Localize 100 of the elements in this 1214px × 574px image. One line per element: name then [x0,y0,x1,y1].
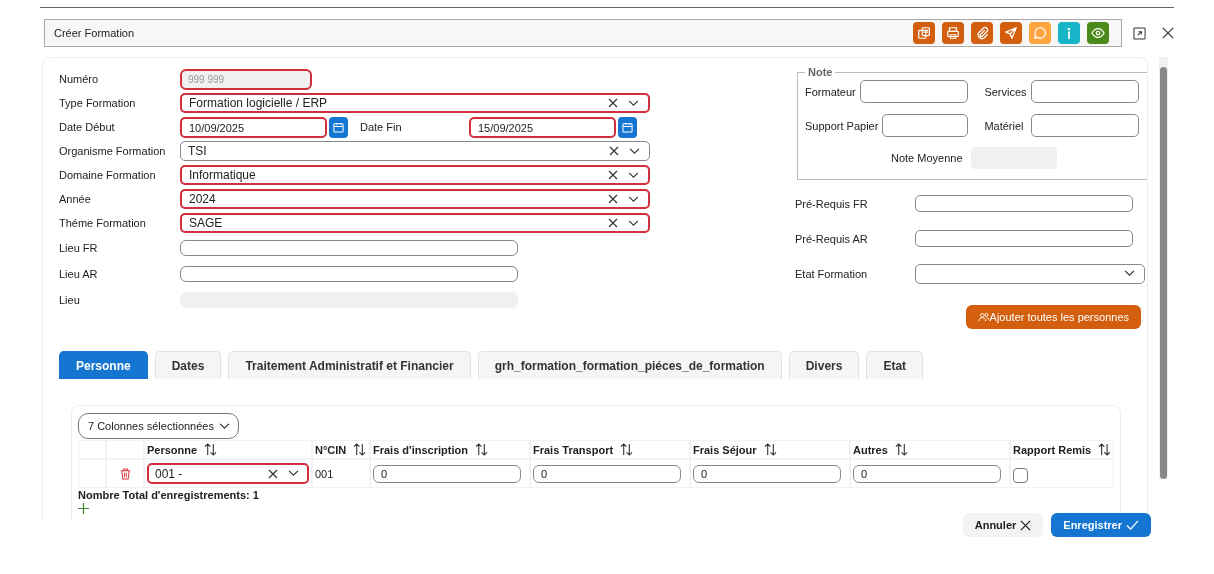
chevron-down-icon [628,219,639,227]
close-button[interactable] [1162,27,1174,39]
people-icon [977,312,990,322]
clear-icon [268,468,278,479]
table-cell [78,440,106,459]
cancel-button[interactable]: Annuler [962,513,1044,537]
documents-button[interactable] [913,22,935,44]
input-field[interactable] [882,114,969,137]
input-field[interactable] [180,240,518,256]
record-count: Nombre Total d'enregistrements: 1 [78,489,260,501]
select-field[interactable]: 2024 [180,189,650,209]
field-label: Lieu FR [59,242,99,254]
close-icon [1020,519,1032,531]
chevron-down-icon [629,147,640,155]
column-picker[interactable]: 7 Colonnes sélectionnées [78,413,239,439]
field-label: Matériel [984,119,1024,132]
clear-icon [609,146,619,156]
scrollbar[interactable] [1159,57,1168,479]
field-label: Date Fin [359,121,403,133]
field-label: Support Papier [805,119,879,132]
field-label: Année [59,193,92,205]
calendar-button[interactable] [329,116,348,138]
field-label: Type Formation [59,97,137,109]
eye-icon [1091,26,1105,40]
info-button[interactable] [1058,22,1080,44]
sort-icon[interactable] [1098,443,1111,456]
field-label: Formateur [805,85,856,98]
speech-bubble-icon [1033,26,1047,40]
tab[interactable]: Traitement Administratif et Financier [228,351,471,379]
chevron-down-icon [1124,270,1135,277]
input-field[interactable] [180,266,518,282]
attach-button[interactable] [971,22,993,44]
calendar-icon [622,121,633,133]
field-label: Théme Formation [59,217,147,229]
field-label: Date Début [59,121,116,133]
input-field[interactable] [1030,80,1139,103]
add-row-button[interactable] [78,503,89,514]
close-icon [1162,27,1174,39]
date-field[interactable]: 10/09/2025 [180,116,327,138]
add-all-persons-button[interactable]: Ajouter toutes les personnes [965,305,1141,329]
expand-button[interactable] [1133,26,1146,40]
field-label: Lieu [59,294,81,306]
plus-icon [78,503,89,514]
view-button[interactable] [1087,22,1109,44]
field-label: Note Moyenne [891,152,963,164]
amount-field[interactable]: 0 [373,464,521,483]
select-field[interactable] [915,263,1145,284]
chevron-down-icon [628,171,639,179]
calendar-icon [333,121,344,133]
field-label: Lieu AR [59,268,99,280]
field-label: Organisme Formation [59,145,167,157]
tab[interactable]: Personne [59,351,148,379]
select-field[interactable]: 001 - [147,463,309,484]
expand-icon [1133,26,1146,40]
clear-icon [608,218,618,228]
clear-icon [608,170,618,180]
input-field[interactable] [915,230,1133,247]
sort-icon[interactable] [894,443,908,456]
sort-icon[interactable] [620,443,634,456]
input-field[interactable] [860,80,969,103]
chevron-down-icon [628,195,639,203]
group-legend: Note [805,66,836,78]
tab[interactable]: grh_formation_formation_piéces_de_formation [477,351,782,379]
sort-icon[interactable] [353,443,367,456]
checkbox[interactable] [1013,468,1028,483]
save-button[interactable]: Enregistrer [1051,513,1151,537]
amount-field[interactable]: 0 [693,464,841,483]
printer-icon [946,26,960,40]
select-field[interactable]: TSI [180,141,650,161]
column-header[interactable]: Autres [853,443,888,456]
amount-field[interactable]: 0 [853,464,1001,483]
field-label: Pré-Requis AR [795,232,869,245]
table-cell: 001 [315,467,334,480]
tab[interactable]: Dates [154,351,222,379]
sort-icon[interactable] [763,443,777,456]
calendar-button[interactable] [618,116,637,138]
tab[interactable]: Etat [866,351,924,379]
date-field[interactable]: 15/09/2025 [469,116,616,138]
paperclip-icon [975,26,989,40]
trash-icon[interactable] [119,467,131,480]
sort-icon[interactable] [204,443,218,456]
tab[interactable]: Divers [788,351,860,379]
check-icon [1126,519,1139,531]
chevron-down-icon [628,99,639,107]
chevron-down-icon [219,422,230,430]
amount-field[interactable]: 0 [533,464,681,483]
print-button[interactable] [942,22,964,44]
field-label: Pré-Requis FR [795,197,869,210]
select-field[interactable]: Formation logicielle / ERP [180,93,650,113]
input-field[interactable] [1030,114,1139,137]
select-field[interactable]: SAGE [180,213,650,233]
documents-icon [917,26,931,40]
sort-icon[interactable] [474,443,488,456]
send-button[interactable] [1000,22,1022,44]
clear-icon [608,194,618,204]
clear-icon [608,98,618,108]
field-label: Services [984,85,1027,98]
select-field[interactable]: Informatique [180,165,650,185]
input-field[interactable] [915,195,1133,212]
dialog-title: Créer Formation [54,27,135,39]
